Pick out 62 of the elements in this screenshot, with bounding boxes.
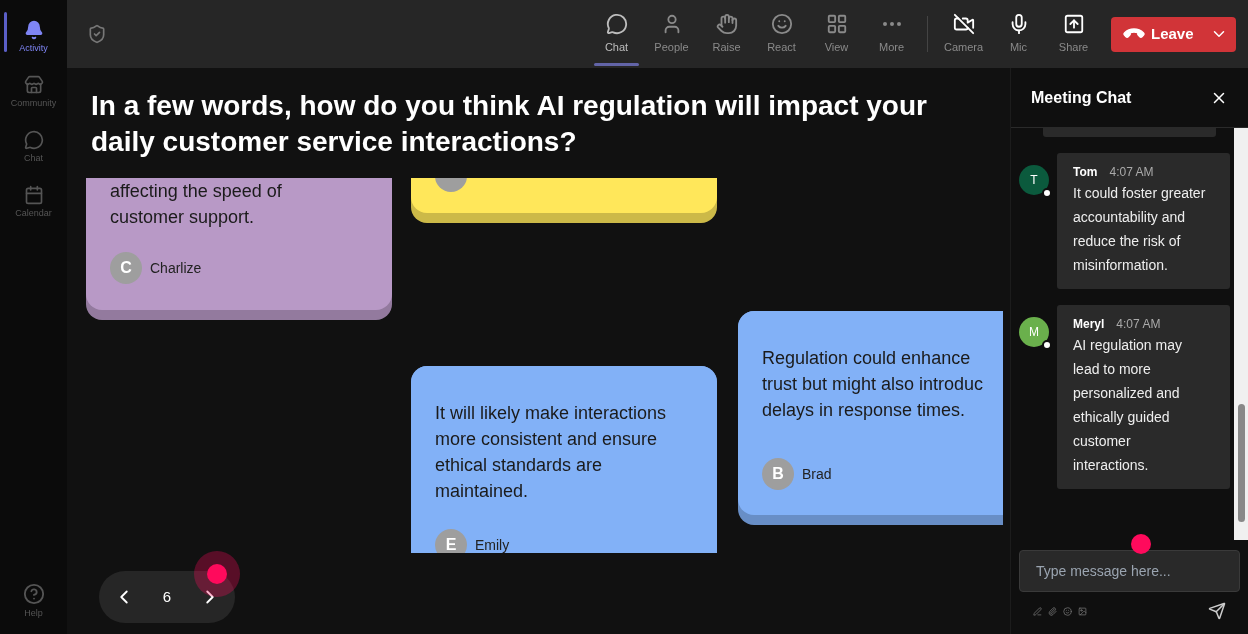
note-text: customer support.: [110, 206, 256, 229]
author-name: Charlize: [150, 258, 202, 278]
sender-name: Meryl: [1073, 316, 1105, 333]
store-icon: [23, 74, 44, 95]
note-text: maintained.: [435, 480, 530, 503]
question-title: In a few words, how do you think AI regulation will impact your daily customer service interactions?: [91, 89, 928, 159]
calendar-icon: [23, 184, 44, 205]
author-name: Brad: [802, 464, 832, 484]
toolbar-button[interactable]: More: [864, 0, 919, 68]
help-button[interactable]: Help: [22, 582, 45, 620]
format-icon[interactable]: [1033, 606, 1042, 616]
hand-icon: [715, 12, 738, 35]
note-text: Regulation could enhance: [762, 347, 972, 370]
note-text: delays in response times.: [762, 399, 967, 422]
more-icon: [882, 21, 901, 26]
chat-bubble-icon: [605, 12, 628, 35]
message-text: AI regulation may lead to more personalized and ethically guided customer interactions.: [1073, 336, 1183, 475]
send-icon[interactable]: [1208, 602, 1226, 620]
user-avatar: T: [1019, 165, 1049, 195]
author-avatar: B: [762, 458, 794, 490]
smiley-icon: [770, 12, 793, 35]
toolbar-button[interactable]: People: [644, 0, 699, 68]
user-avatar: M: [1019, 317, 1049, 347]
author-name: Emily: [475, 535, 510, 553]
message-input[interactable]: Type message here...: [1019, 550, 1240, 592]
toolbar-button[interactable]: Mic: [991, 0, 1046, 68]
grid-icon: [825, 12, 848, 35]
sender-name: Tom: [1073, 164, 1098, 181]
chat-title: Meeting Chat: [1031, 87, 1132, 108]
toolbar-button[interactable]: React: [754, 0, 809, 68]
scrollbar[interactable]: [1234, 128, 1248, 540]
message-time: 4:07 AM: [1109, 164, 1154, 181]
note-text: trust but might also introduc: [762, 373, 985, 396]
emoji-icon[interactable]: [1063, 606, 1072, 616]
note-text: affecting the speed of: [110, 180, 283, 203]
note-text: It will likely make interactions: [435, 402, 668, 425]
note-text: ethical standards are: [435, 454, 604, 477]
image-icon[interactable]: [1078, 606, 1087, 616]
rail-item[interactable]: Calendar: [0, 175, 67, 230]
help-icon: [22, 582, 45, 605]
toolbar-button[interactable]: Raise: [699, 0, 754, 68]
author-avatar: C: [110, 252, 142, 284]
share-icon: [1062, 12, 1085, 35]
rail-item[interactable]: Community: [0, 65, 67, 120]
chat-bubble-icon: [23, 129, 44, 150]
camera-off-icon: [952, 12, 975, 35]
page-number: 6: [162, 586, 172, 607]
toolbar-button[interactable]: View: [809, 0, 864, 68]
toolbar-button[interactable]: Chat: [589, 0, 644, 68]
message-time: 4:07 AM: [1116, 316, 1161, 333]
click-marker-icon: [207, 564, 227, 584]
message-text: It could foster greater accountability and reduce the risk of misinformation.: [1073, 184, 1207, 275]
rail-item[interactable]: Chat: [0, 120, 67, 175]
rail-item[interactable]: Activity: [0, 10, 67, 65]
author-avatar: E: [435, 529, 467, 553]
attach-icon[interactable]: [1048, 606, 1057, 616]
leave-button[interactable]: Leave: [1111, 16, 1236, 52]
note-text: more consistent and ensure: [435, 428, 659, 451]
toolbar-button[interactable]: Camera: [936, 0, 991, 68]
shield-icon: [87, 24, 107, 44]
toolbar-button[interactable]: Share: [1046, 0, 1101, 68]
bell-icon: [23, 19, 44, 40]
